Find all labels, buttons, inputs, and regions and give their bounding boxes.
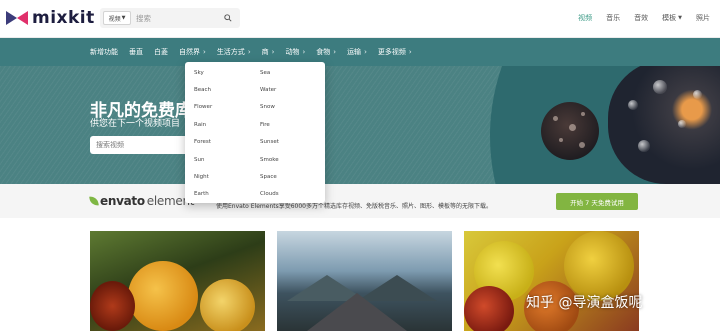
nav-photos[interactable]: 照片 [696,13,710,23]
search-input[interactable] [131,9,221,27]
dropdown-item[interactable]: Smoke [260,151,326,168]
category-label: 食物 [316,48,331,56]
search-icon[interactable] [221,11,235,25]
hero-subtitle: 供您在下一个视频项目 [90,119,181,129]
category-transport[interactable]: 运输 › [347,47,367,57]
dropdown-item[interactable]: Clouds [260,186,326,203]
category-business[interactable]: 商 › [262,47,275,57]
dropdown-item[interactable]: Sky [194,64,260,81]
chevron-right-icon: › [203,48,206,56]
nav-sound-effects-label: 音效 [634,14,649,22]
nav-videos-label: 视频 [578,14,593,22]
chevron-right-icon: › [333,48,337,56]
chevron-right-icon: › [408,48,412,56]
envato-elements-logo[interactable]: envato element [89,194,194,208]
category-food[interactable]: 食物 › [316,47,336,57]
free-trial-button[interactable]: 开始 7 天免费试用 [556,193,638,210]
dropdown-item[interactable]: Sun [194,151,260,168]
dropdown-item[interactable]: Fire [260,116,326,133]
nav-templates[interactable]: 模板 ▼ [662,13,682,23]
dropdown-item[interactable]: Space [260,168,326,185]
nature-dropdown-menu: Sky Sea Beach Water Flower Snow Rain Fir… [185,62,325,203]
chevron-down-icon: ▼ [678,15,682,21]
dropdown-item[interactable]: Sea [260,64,326,81]
nav-sound-effects[interactable]: 音效 [634,13,648,23]
dropdown-item[interactable]: Flower [194,99,260,116]
zhihu-watermark: 知乎 @导演盒饭呢 [526,295,643,311]
category-label: 生活方式 [216,48,245,56]
hero-droplets-image [541,102,599,160]
video-thumbnail[interactable] [90,231,265,331]
dropdown-item[interactable]: Snow [260,99,326,116]
dropdown-item[interactable]: Night [194,168,260,185]
hero-search-input[interactable] [90,141,190,149]
chevron-down-icon: ▼ [121,15,126,21]
category-animals[interactable]: 动物 › [285,47,305,57]
category-nature[interactable]: 自然界 › [179,47,206,57]
category-white[interactable]: 白菱 [154,47,168,57]
category-label: 新增功能 [90,48,118,56]
video-thumbnail[interactable] [277,231,452,331]
nav-templates-label: 模板 [662,14,677,22]
category-label: 垂直 [129,48,143,56]
hero-rain-photo [608,66,720,184]
road-shape [307,293,407,331]
category-more-videos[interactable]: 更多视频 › [378,47,412,57]
dropdown-item[interactable]: Sunset [260,134,326,151]
logo-mark-icon [6,11,28,25]
nav-music[interactable]: 音乐 [606,13,620,23]
top-nav: 视频 音乐 音效 模板 ▼ 照片 [578,0,710,36]
logo-text: mixkit [32,8,95,28]
category-label: 运输 [347,48,362,56]
dropdown-item[interactable]: Beach [194,81,260,98]
hero-banner: 非凡的免费库 供您在下一个视频项目 [0,66,720,184]
hero-search-bar [90,136,190,154]
chevron-right-icon: › [364,48,367,56]
category-lifestyle[interactable]: 生活方式 › [217,47,251,57]
category-label: 动物 [285,48,300,56]
category-new[interactable]: 新增功能 [90,47,118,57]
envato-logo-bold: envato [100,194,145,208]
search-bar: 视频 ▼ [100,8,240,28]
nav-music-label: 音乐 [606,14,621,22]
dropdown-item[interactable]: Water [260,81,326,98]
category-bar: 新增功能 垂直 白菱 自然界 › 生活方式 › 商 › 动物 › 食物 › 运输 › 更多视… [0,38,720,66]
nav-photos-label: 照片 [696,14,710,22]
dropdown-item[interactable]: Earth [194,186,260,203]
search-type-select[interactable]: 视频 ▼ [103,11,131,25]
dropdown-item[interactable]: Forest [194,134,260,151]
nav-videos[interactable]: 视频 [578,13,592,23]
video-grid [0,218,720,334]
video-thumbnail[interactable] [464,231,639,331]
chevron-right-icon: › [271,48,275,56]
chevron-right-icon: › [247,48,251,56]
category-label: 商 [261,48,269,56]
envato-leaf-icon [89,195,99,207]
site-header: mixkit 视频 ▼ 视频 音乐 音效 模板▼ 照片 [0,0,720,38]
chevron-right-icon: › [302,48,306,56]
mixkit-logo[interactable]: mixkit [6,9,95,27]
envato-promo-banner: envato element 使用Envato Elements享受6000多万个… [0,184,720,218]
category-label: 自然界 [179,48,200,56]
dropdown-item[interactable]: Rain [194,116,260,133]
search-type-label: 视频 [108,15,121,23]
category-label: 更多视频 [377,48,406,56]
category-vertical[interactable]: 垂直 [129,47,143,57]
category-label: 白菱 [154,48,168,56]
